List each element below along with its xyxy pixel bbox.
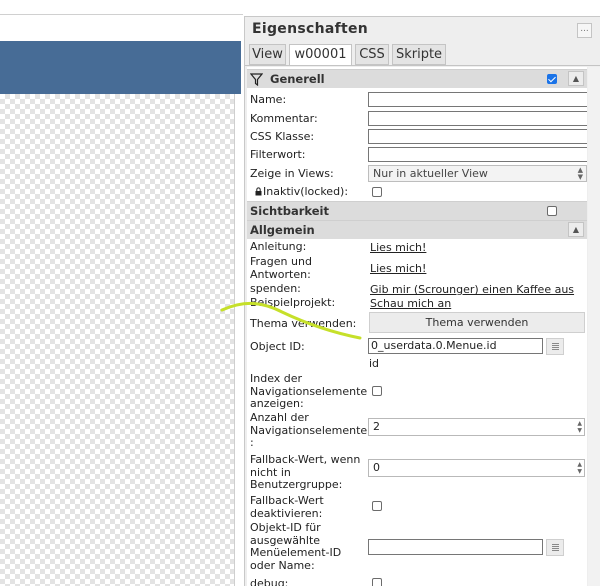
- anzahl-stepper[interactable]: 2 ▲ ▼: [368, 418, 585, 436]
- view-header-bar[interactable]: [0, 41, 241, 94]
- tab-skripte[interactable]: Skripte: [392, 44, 446, 65]
- stepper-arrows-icon: ▲ ▼: [577, 461, 582, 475]
- index-label: Index der Navigationselemente anzeigen:: [250, 372, 368, 410]
- name-field[interactable]: [368, 92, 587, 107]
- collapse-generell-button[interactable]: ▲: [568, 71, 584, 86]
- editor-top-divider: [0, 14, 243, 15]
- app-root: Eigenschaften ... View w00001 CSS Skript…: [0, 0, 600, 586]
- object-id-field[interactable]: 0_userdata.0.Menue.id: [368, 338, 543, 354]
- css-klasse-label: CSS Klasse:: [250, 130, 315, 143]
- object-id-picker-button[interactable]: [546, 338, 564, 355]
- object-id-label: Object ID:: [250, 340, 305, 353]
- objekt-id-label: Objekt-ID für ausgewählte Menüelement-ID…: [250, 521, 342, 572]
- beispiel-link[interactable]: Schau mich an: [370, 297, 451, 310]
- filterwort-field[interactable]: [368, 147, 587, 162]
- fragen-link[interactable]: Lies mich!: [370, 262, 426, 275]
- properties-content: Generell ▲ Name: Kommentar: CSS Klasse: …: [247, 67, 587, 586]
- debug-label: debug:: [250, 577, 289, 586]
- fragen-label: Fragen und Antworten:: [250, 255, 312, 281]
- section-generell-title: Generell: [270, 72, 325, 86]
- inaktiv-label: Inaktiv(locked):: [263, 185, 349, 198]
- generell-toggle-checkbox[interactable]: [547, 74, 557, 84]
- inaktiv-checkbox[interactable]: [372, 187, 382, 197]
- tab-view[interactable]: View: [249, 44, 286, 65]
- select-arrows-icon: ▲ ▼: [577, 166, 583, 181]
- anleitung-link[interactable]: Lies mich!: [370, 241, 426, 254]
- objekt-id-picker-button[interactable]: [546, 539, 564, 556]
- debug-checkbox[interactable]: [372, 578, 382, 586]
- tab-css[interactable]: CSS: [355, 44, 389, 65]
- panel-scrollbar[interactable]: [588, 67, 600, 586]
- name-label: Name:: [250, 93, 287, 106]
- fallback-stepper[interactable]: 0 ▲ ▼: [368, 459, 585, 477]
- view-editor: [0, 0, 243, 586]
- zeige-select-value: Nur in aktueller View: [373, 167, 488, 180]
- collapse-allgemein-button[interactable]: ▲: [568, 222, 584, 237]
- anzahl-value: 2: [373, 420, 380, 433]
- kommentar-field[interactable]: [368, 111, 587, 126]
- filter-icon: [250, 73, 263, 86]
- view-canvas[interactable]: [0, 94, 234, 586]
- index-checkbox[interactable]: [372, 386, 382, 396]
- objekt-id-field[interactable]: [368, 539, 543, 555]
- kommentar-label: Kommentar:: [250, 112, 318, 125]
- anzahl-label: Anzahl der Navigationselemente :: [250, 411, 368, 449]
- sichtbarkeit-checkbox[interactable]: [547, 206, 557, 216]
- section-generell[interactable]: Generell ▲: [247, 69, 587, 88]
- section-sichtbarkeit[interactable]: Sichtbarkeit: [247, 201, 587, 220]
- fallback-deaktivieren-label: Fallback-Wert deaktivieren:: [250, 494, 324, 520]
- panel-title: Eigenschaften: [252, 21, 369, 37]
- section-allgemein[interactable]: Allgemein ▲: [247, 220, 587, 239]
- spenden-label: spenden:: [250, 282, 301, 295]
- tab-widget[interactable]: w00001: [289, 44, 352, 66]
- panel-menu-button[interactable]: ...: [577, 23, 592, 38]
- fallback-deaktivieren-checkbox[interactable]: [372, 501, 382, 511]
- anleitung-label: Anleitung:: [250, 240, 307, 253]
- thema-verwenden-button[interactable]: Thema verwenden: [369, 312, 585, 333]
- lock-icon: [255, 187, 262, 196]
- spenden-link[interactable]: Gib mir (Scrounger) einen Kaffee aus: [370, 283, 574, 296]
- section-sichtbarkeit-title: Sichtbarkeit: [250, 204, 329, 218]
- beispiel-label: Beispielprojekt:: [250, 296, 336, 309]
- canvas-border: [234, 94, 235, 586]
- properties-panel: Eigenschaften ... View w00001 CSS Skript…: [244, 16, 600, 586]
- fallback-value: 0: [373, 461, 380, 474]
- section-allgemein-title: Allgemein: [250, 223, 315, 237]
- stepper-arrows-icon: ▲ ▼: [577, 420, 582, 434]
- object-id-sub-label: id: [369, 357, 380, 370]
- fallback-label: Fallback-Wert, wenn nicht in Benutzergru…: [250, 453, 361, 491]
- zeige-select[interactable]: Nur in aktueller View ▲ ▼: [368, 165, 587, 182]
- thema-label: Thema verwenden:: [250, 317, 357, 330]
- zeige-label: Zeige in Views:: [250, 167, 334, 180]
- css-klasse-field[interactable]: [368, 129, 587, 144]
- filterwort-label: Filterwort:: [250, 148, 306, 161]
- tabs-divider: [245, 65, 600, 66]
